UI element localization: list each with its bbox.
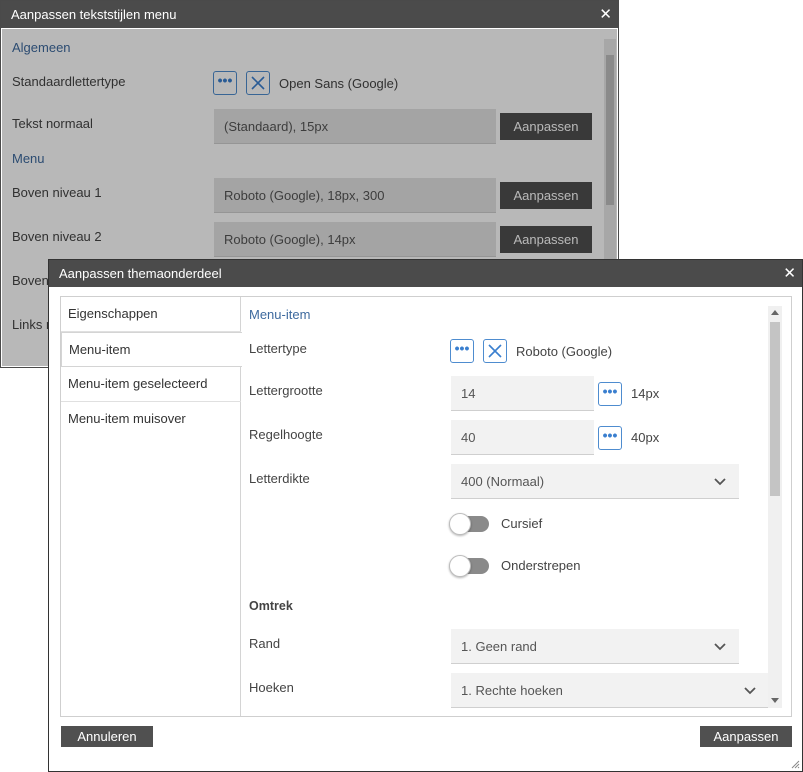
- scroll-thumb[interactable]: [770, 322, 780, 496]
- scroll-down-icon[interactable]: [771, 698, 779, 704]
- italic-label: Cursief: [501, 516, 543, 531]
- form-area: Menu-item Lettertype ••• Roboto (Google)…: [249, 297, 769, 716]
- line-height-input[interactable]: 40: [451, 420, 594, 455]
- theme-part-dialog: Aanpassen themaonderdeel ✕ Eigenschappen…: [48, 259, 803, 772]
- section-menu-item: Menu-item: [249, 307, 311, 322]
- more-dots-icon[interactable]: •••: [598, 426, 622, 450]
- chevron-down-icon: [714, 478, 726, 486]
- close-icon[interactable]: ✕: [783, 260, 796, 287]
- more-dots-icon[interactable]: •••: [450, 339, 474, 363]
- border-label: Rand: [249, 636, 281, 651]
- content-frame: Eigenschappen Menu-item Menu-item gesele…: [60, 296, 792, 717]
- nav-item-menu-item[interactable]: Menu-item: [61, 332, 242, 367]
- chevron-down-icon: [714, 643, 726, 651]
- font-value: Roboto (Google): [516, 344, 613, 359]
- nav-item-properties[interactable]: Eigenschappen: [61, 297, 241, 332]
- border-select[interactable]: 1. Geen rand: [451, 629, 739, 664]
- nav-item-label: Eigenschappen: [68, 306, 158, 321]
- font-weight-value: 400 (Normaal): [461, 474, 545, 489]
- line-height-label: Regelhoogte: [249, 427, 323, 442]
- corners-value: 1. Rechte hoeken: [461, 683, 563, 698]
- toggle-knob: [449, 513, 471, 535]
- close-icon[interactable]: ✕: [599, 1, 612, 28]
- resize-grip-icon[interactable]: [790, 759, 800, 769]
- clear-x-icon[interactable]: [483, 339, 507, 363]
- underline-label: Onderstrepen: [501, 558, 581, 573]
- font-size-input[interactable]: 14: [451, 376, 594, 411]
- corners-label: Hoeken: [249, 680, 294, 695]
- scroll-up-icon[interactable]: [771, 309, 779, 315]
- outline-header: Omtrek: [249, 599, 293, 613]
- font-weight-select[interactable]: 400 (Normaal): [451, 464, 739, 499]
- theme-part-titlebar: Aanpassen themaonderdeel ✕: [49, 260, 802, 287]
- font-size-display: 14px: [631, 386, 660, 401]
- text-styles-titlebar: Aanpassen tekststijlen menu ✕: [1, 1, 618, 28]
- nav-item-menu-item-hover[interactable]: Menu-item muisover: [61, 402, 241, 437]
- text-styles-title: Aanpassen tekststijlen menu: [11, 7, 177, 22]
- cancel-button[interactable]: Annuleren: [61, 726, 153, 747]
- font-size-label: Lettergrootte: [249, 383, 323, 398]
- chevron-down-icon: [744, 687, 756, 695]
- more-dots-icon[interactable]: •••: [598, 382, 622, 406]
- nav-item-menu-item-selected[interactable]: Menu-item geselecteerd: [61, 367, 241, 402]
- apply-button[interactable]: Aanpassen: [700, 726, 792, 747]
- font-weight-label: Letterdikte: [249, 471, 310, 486]
- nav-item-label: Menu-item: [69, 342, 131, 357]
- border-value: 1. Geen rand: [461, 639, 537, 654]
- nav-item-label: Menu-item muisover: [68, 411, 186, 426]
- corners-select[interactable]: 1. Rechte hoeken: [451, 673, 769, 708]
- toggle-knob: [449, 555, 471, 577]
- italic-toggle[interactable]: [449, 513, 489, 535]
- nav-item-label: Menu-item geselecteerd: [68, 376, 208, 391]
- underline-toggle[interactable]: [449, 555, 489, 577]
- font-label: Lettertype: [249, 341, 307, 356]
- side-nav: Eigenschappen Menu-item Menu-item gesele…: [61, 297, 242, 716]
- line-height-display: 40px: [631, 430, 660, 445]
- scrollbar[interactable]: [768, 306, 782, 708]
- theme-part-title: Aanpassen themaonderdeel: [59, 266, 222, 281]
